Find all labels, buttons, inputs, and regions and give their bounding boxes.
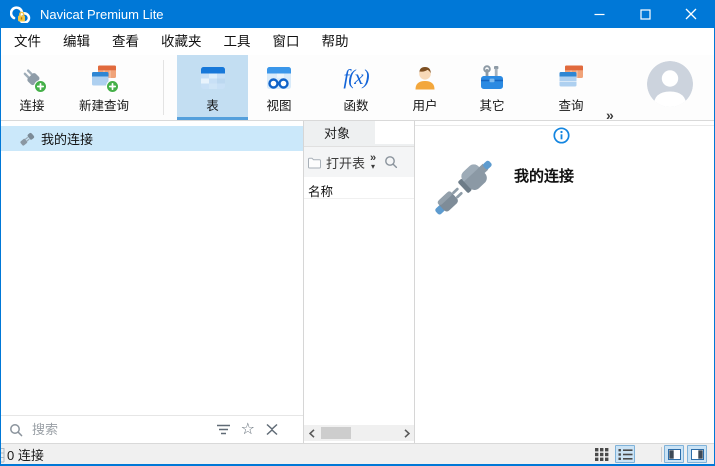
tree-item-my-connection[interactable]: 我的连接 [1, 126, 303, 151]
objects-tab-bar: 对象 [304, 121, 414, 147]
left-pane-toggle-icon[interactable] [664, 445, 684, 463]
minimize-button[interactable] [576, 0, 622, 28]
scrollbar-track[interactable] [319, 425, 399, 441]
scroll-left-arrow-icon[interactable] [304, 429, 319, 438]
toolbar-button-label: 查询 [558, 95, 583, 114]
panel-divider [415, 125, 714, 126]
window-controls [576, 0, 714, 28]
navicat-window: Navicat Premium Lite 文件 编辑 查看 收藏夹 工具 窗口 … [0, 0, 715, 466]
connection-name-label: 我的连接 [514, 165, 574, 186]
function-fx-icon: f(x) [343, 61, 368, 94]
tab-objects[interactable]: 对象 [324, 121, 350, 146]
menubar: 文件 编辑 查看 收藏夹 工具 窗口 帮助 [1, 28, 714, 55]
statusbar: 0 连接 [1, 443, 714, 464]
collapse-all-icon[interactable] [265, 423, 279, 436]
toolbar-button-label: 用户 [412, 95, 437, 114]
close-button[interactable] [668, 0, 714, 28]
main-area: 我的连接 ☆ [1, 121, 714, 443]
navicat-logo-icon [10, 5, 32, 23]
open-table-button[interactable]: 打开表 [326, 153, 365, 172]
user-avatar[interactable] [647, 61, 693, 107]
toolbar-function-button[interactable]: f(x) 函数 [321, 55, 391, 120]
search-icon [9, 423, 23, 437]
connection-plug-icon [19, 131, 35, 146]
objects-panel: 对象 打开表 » ▾ [304, 121, 415, 443]
toolbar-query-button[interactable]: 查询 [539, 55, 603, 120]
toolbar-view-button[interactable]: 视图 [248, 55, 310, 120]
ent-badge: Ent [0, 457, 1, 465]
menu-item-edit[interactable]: 编辑 [52, 28, 101, 55]
table-icon [198, 61, 228, 94]
menu-item-tools[interactable]: 工具 [213, 28, 262, 55]
list-view-icon[interactable] [615, 445, 635, 463]
new-query-add-icon [89, 61, 119, 94]
er-diagram-icon[interactable]: Ent [0, 446, 7, 465]
menu-item-help[interactable]: 帮助 [311, 28, 360, 55]
connections-tree-panel: 我的连接 ☆ [1, 121, 304, 443]
toolbar-table-button[interactable]: 表 [177, 55, 248, 120]
big-plug-icon [426, 151, 502, 225]
folder-icon [307, 156, 322, 169]
menu-item-favorites[interactable]: 收藏夹 [150, 28, 213, 55]
maximize-button[interactable] [622, 0, 668, 28]
titlebar: Navicat Premium Lite [1, 0, 714, 28]
tree-search-bar: ☆ [1, 415, 303, 443]
menu-item-window[interactable]: 窗口 [262, 28, 311, 55]
right-pane-toggle-icon[interactable] [687, 445, 707, 463]
connection-overview-panel: 我的连接 [415, 121, 714, 443]
grid-view-icon[interactable] [594, 445, 610, 464]
toolbar: 连接 新建查询 [1, 55, 714, 121]
toolbar-button-label: 视图 [266, 95, 291, 114]
scrollbar-thumb[interactable] [321, 427, 351, 439]
statusbar-separator [661, 447, 662, 462]
toolbar-new-query-button[interactable]: 新建查询 [61, 55, 147, 120]
objects-toolbar: 打开表 » ▾ [304, 147, 414, 177]
toolbar-button-label: 连接 [19, 95, 44, 114]
user-icon [410, 61, 440, 94]
horizontal-scrollbar[interactable] [304, 425, 414, 441]
tab-blank-area [375, 121, 414, 144]
open-table-controls: » ▾ [367, 154, 379, 171]
menu-item-view[interactable]: 查看 [101, 28, 150, 55]
objects-search-icon[interactable] [384, 155, 398, 169]
open-table-dropdown-arrow-icon[interactable]: ▾ [371, 163, 375, 171]
menu-item-file[interactable]: 文件 [3, 28, 52, 55]
toolbar-button-label: 其它 [479, 95, 504, 114]
toolbar-button-label: 函数 [343, 95, 368, 114]
connection-item[interactable]: 我的连接 [426, 151, 574, 225]
search-bar-actions: ☆ [216, 423, 279, 437]
sort-icon[interactable] [216, 424, 231, 435]
toolbox-icon [477, 61, 507, 94]
view-icon [264, 61, 294, 94]
toolbar-separator [163, 60, 164, 115]
toolbar-connection-button[interactable]: 连接 [3, 55, 61, 120]
name-column-header[interactable]: 名称 [304, 177, 414, 199]
search-input[interactable] [32, 422, 207, 437]
scroll-right-arrow-icon[interactable] [399, 429, 414, 438]
toolbar-button-label: 表 [206, 95, 219, 114]
tree-item-label: 我的连接 [41, 129, 93, 148]
window-title: Navicat Premium Lite [40, 7, 164, 22]
toolbar-other-button[interactable]: 其它 [461, 55, 523, 120]
toolbar-user-button[interactable]: 用户 [393, 55, 457, 120]
favorites-star-icon[interactable]: ☆ [241, 423, 255, 437]
info-icon[interactable] [553, 127, 570, 144]
connection-plug-add-icon [17, 61, 47, 94]
toolbar-button-label: 新建查询 [79, 95, 129, 114]
query-icon [556, 61, 586, 94]
connection-count-status: 0 连接 [7, 445, 44, 464]
